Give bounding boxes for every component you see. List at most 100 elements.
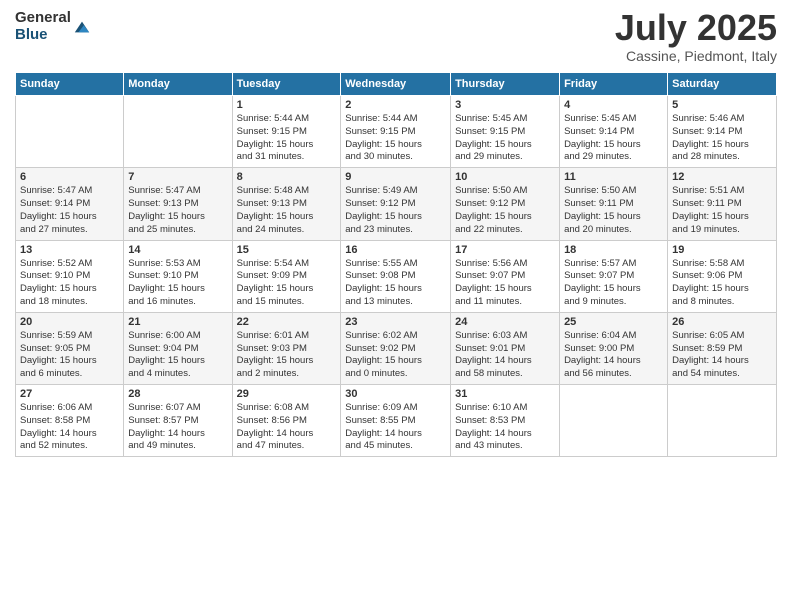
- day-info: Sunrise: 5:47 AM Sunset: 9:13 PM Dayligh…: [128, 185, 227, 236]
- day-number: 31: [455, 388, 555, 400]
- header: General Blue July 2025 Cassine, Piedmont…: [15, 10, 777, 64]
- day-number: 12: [672, 171, 772, 183]
- day-cell: [560, 385, 668, 457]
- day-info: Sunrise: 6:09 AM Sunset: 8:55 PM Dayligh…: [345, 402, 446, 453]
- day-number: 2: [345, 99, 446, 111]
- day-number: 10: [455, 171, 555, 183]
- day-info: Sunrise: 5:45 AM Sunset: 9:14 PM Dayligh…: [564, 113, 663, 164]
- day-cell: 9Sunrise: 5:49 AM Sunset: 9:12 PM Daylig…: [341, 168, 451, 240]
- logo-general: General: [15, 10, 71, 27]
- day-cell: 14 Sunrise: 5:53 AM Sunset: 9:10 PM Dayli…: [124, 240, 232, 312]
- day-cell: 12 Sunrise: 5:51 AM Sunset: 9:11 PM Dayli…: [668, 168, 777, 240]
- day-cell: 16 Sunrise: 5:55 AM Sunset: 9:08 PM Dayli…: [341, 240, 451, 312]
- day-number: 21: [128, 316, 227, 328]
- day-info: Sunrise: 5:58 AM Sunset: 9:06 PM Dayligh…: [672, 258, 772, 309]
- day-info: Sunrise: 6:02 AM Sunset: 9:02 PM Dayligh…: [345, 330, 446, 381]
- day-cell: 15 Sunrise: 5:54 AM Sunset: 9:09 PM Dayli…: [232, 240, 341, 312]
- day-info: Sunrise: 5:49 AM Sunset: 9:12 PM Dayligh…: [345, 185, 446, 236]
- location-subtitle: Cassine, Piedmont, Italy: [615, 48, 777, 64]
- day-number: 20: [20, 316, 119, 328]
- calendar-page: General Blue July 2025 Cassine, Piedmont…: [0, 0, 792, 612]
- day-cell: 2 Sunrise: 5:44 AM Sunset: 9:15 PM Daylig…: [341, 96, 451, 168]
- day-cell: [124, 96, 232, 168]
- day-number: 24: [455, 316, 555, 328]
- day-cell: 1Sunrise: 5:44 AM Sunset: 9:15 PM Daylig…: [232, 96, 341, 168]
- day-number: 23: [345, 316, 446, 328]
- day-info: Sunrise: 6:06 AM Sunset: 8:58 PM Dayligh…: [20, 402, 119, 453]
- day-cell: 18Sunrise: 5:57 AM Sunset: 9:07 PM Dayli…: [560, 240, 668, 312]
- calendar-body: 1Sunrise: 5:44 AM Sunset: 9:15 PM Daylig…: [16, 96, 777, 457]
- week-row-1: 1Sunrise: 5:44 AM Sunset: 9:15 PM Daylig…: [16, 96, 777, 168]
- weekday-row: Sunday Monday Tuesday Wednesday Thursday…: [16, 73, 777, 96]
- logo-text: General Blue: [15, 10, 71, 43]
- week-row-4: 20 Sunrise: 5:59 AM Sunset: 9:05 PM Dayli…: [16, 312, 777, 384]
- day-info: Sunrise: 5:48 AM Sunset: 9:13 PM Dayligh…: [237, 185, 337, 236]
- day-cell: 30Sunrise: 6:09 AM Sunset: 8:55 PM Dayli…: [341, 385, 451, 457]
- month-title: July 2025: [615, 10, 777, 46]
- header-wednesday: Wednesday: [341, 73, 451, 96]
- day-cell: 6 Sunrise: 5:47 AM Sunset: 9:14 PM Daylig…: [16, 168, 124, 240]
- day-number: 26: [672, 316, 772, 328]
- day-number: 28: [128, 388, 227, 400]
- logo: General Blue: [15, 10, 91, 43]
- day-number: 11: [564, 171, 663, 183]
- week-row-3: 13Sunrise: 5:52 AM Sunset: 9:10 PM Dayli…: [16, 240, 777, 312]
- day-cell: 11 Sunrise: 5:50 AM Sunset: 9:11 PM Dayli…: [560, 168, 668, 240]
- day-info: Sunrise: 5:56 AM Sunset: 9:07 PM Dayligh…: [455, 258, 555, 309]
- day-cell: 19 Sunrise: 5:58 AM Sunset: 9:06 PM Dayli…: [668, 240, 777, 312]
- logo-blue: Blue: [15, 27, 71, 44]
- day-info: Sunrise: 5:59 AM Sunset: 9:05 PM Dayligh…: [20, 330, 119, 381]
- day-info: Sunrise: 5:54 AM Sunset: 9:09 PM Dayligh…: [237, 258, 337, 309]
- header-thursday: Thursday: [451, 73, 560, 96]
- day-number: 29: [237, 388, 337, 400]
- header-tuesday: Tuesday: [232, 73, 341, 96]
- day-cell: 21 Sunrise: 6:00 AM Sunset: 9:04 PM Dayli…: [124, 312, 232, 384]
- day-number: 3: [455, 99, 555, 111]
- day-number: 6: [20, 171, 119, 183]
- day-number: 4: [564, 99, 663, 111]
- day-info: Sunrise: 5:45 AM Sunset: 9:15 PM Dayligh…: [455, 113, 555, 164]
- day-info: Sunrise: 5:44 AM Sunset: 9:15 PM Dayligh…: [345, 113, 446, 164]
- day-cell: 10 Sunrise: 5:50 AM Sunset: 9:12 PM Dayli…: [451, 168, 560, 240]
- day-info: Sunrise: 6:10 AM Sunset: 8:53 PM Dayligh…: [455, 402, 555, 453]
- header-sunday: Sunday: [16, 73, 124, 96]
- day-number: 17: [455, 244, 555, 256]
- day-info: Sunrise: 5:44 AM Sunset: 9:15 PM Dayligh…: [237, 113, 337, 164]
- calendar-table: Sunday Monday Tuesday Wednesday Thursday…: [15, 72, 777, 457]
- day-cell: 27Sunrise: 6:06 AM Sunset: 8:58 PM Dayli…: [16, 385, 124, 457]
- day-info: Sunrise: 5:50 AM Sunset: 9:11 PM Dayligh…: [564, 185, 663, 236]
- day-number: 7: [128, 171, 227, 183]
- day-info: Sunrise: 6:08 AM Sunset: 8:56 PM Dayligh…: [237, 402, 337, 453]
- day-cell: 7 Sunrise: 5:47 AM Sunset: 9:13 PM Daylig…: [124, 168, 232, 240]
- day-info: Sunrise: 6:00 AM Sunset: 9:04 PM Dayligh…: [128, 330, 227, 381]
- day-number: 15: [237, 244, 337, 256]
- day-cell: 25Sunrise: 6:04 AM Sunset: 9:00 PM Dayli…: [560, 312, 668, 384]
- day-info: Sunrise: 5:50 AM Sunset: 9:12 PM Dayligh…: [455, 185, 555, 236]
- day-number: 16: [345, 244, 446, 256]
- day-info: Sunrise: 5:51 AM Sunset: 9:11 PM Dayligh…: [672, 185, 772, 236]
- logo-icon: [73, 18, 91, 36]
- week-row-2: 6 Sunrise: 5:47 AM Sunset: 9:14 PM Daylig…: [16, 168, 777, 240]
- day-number: 13: [20, 244, 119, 256]
- day-cell: 26Sunrise: 6:05 AM Sunset: 8:59 PM Dayli…: [668, 312, 777, 384]
- day-cell: 31 Sunrise: 6:10 AM Sunset: 8:53 PM Dayli…: [451, 385, 560, 457]
- day-cell: 23 Sunrise: 6:02 AM Sunset: 9:02 PM Dayli…: [341, 312, 451, 384]
- day-info: Sunrise: 6:07 AM Sunset: 8:57 PM Dayligh…: [128, 402, 227, 453]
- day-cell: 20 Sunrise: 5:59 AM Sunset: 9:05 PM Dayli…: [16, 312, 124, 384]
- day-info: Sunrise: 5:47 AM Sunset: 9:14 PM Dayligh…: [20, 185, 119, 236]
- day-number: 14: [128, 244, 227, 256]
- day-cell: 29 Sunrise: 6:08 AM Sunset: 8:56 PM Dayli…: [232, 385, 341, 457]
- day-number: 19: [672, 244, 772, 256]
- day-cell: 22Sunrise: 6:01 AM Sunset: 9:03 PM Dayli…: [232, 312, 341, 384]
- day-info: Sunrise: 6:04 AM Sunset: 9:00 PM Dayligh…: [564, 330, 663, 381]
- day-cell: 17 Sunrise: 5:56 AM Sunset: 9:07 PM Dayli…: [451, 240, 560, 312]
- day-cell: [16, 96, 124, 168]
- day-cell: 5Sunrise: 5:46 AM Sunset: 9:14 PM Daylig…: [668, 96, 777, 168]
- day-info: Sunrise: 5:55 AM Sunset: 9:08 PM Dayligh…: [345, 258, 446, 309]
- header-friday: Friday: [560, 73, 668, 96]
- day-info: Sunrise: 6:01 AM Sunset: 9:03 PM Dayligh…: [237, 330, 337, 381]
- day-number: 18: [564, 244, 663, 256]
- day-cell: 24Sunrise: 6:03 AM Sunset: 9:01 PM Dayli…: [451, 312, 560, 384]
- day-info: Sunrise: 5:53 AM Sunset: 9:10 PM Dayligh…: [128, 258, 227, 309]
- day-number: 5: [672, 99, 772, 111]
